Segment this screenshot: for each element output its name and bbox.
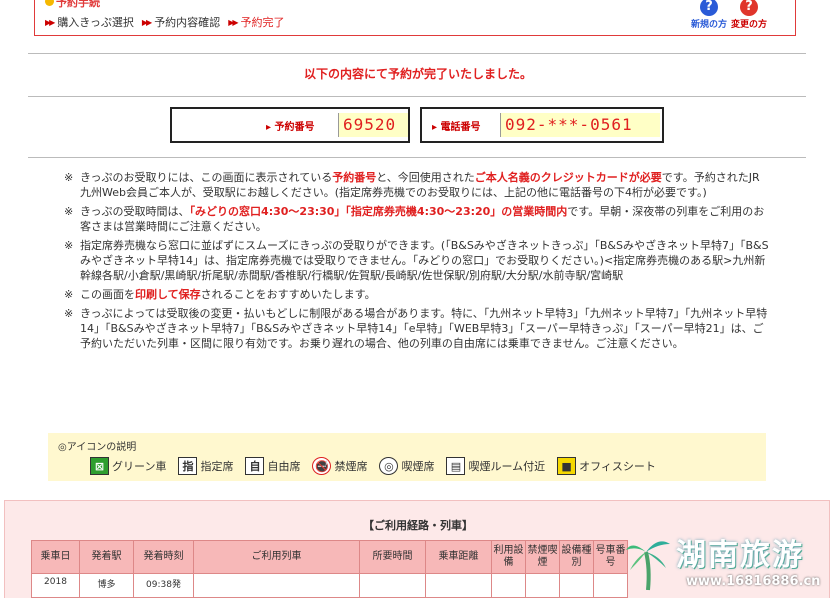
double-arrow-icon: ▶▶	[45, 17, 55, 27]
icon-legend: ◎アイコンの説明 ⊠ グリーン車 指指定席 自自由席 🚭 禁煙席 ◎ 喫煙席 ▤ 喫煙ル…	[48, 433, 766, 481]
palm-tree-icon	[626, 541, 670, 591]
legend-reserved-seat: 指指定席	[178, 457, 233, 475]
step-complete: ▶▶ 予約完了	[228, 14, 284, 30]
phone-number-label: ▸ 電話番号	[432, 122, 481, 133]
question-icon: ?	[700, 0, 718, 16]
phone-number-value: 092-***-0561	[500, 113, 660, 137]
progress-header: 予約手続 ▶▶ 購入きっぷ選択 ▶▶ 予約内容確認 ▶▶ 予約完了 ? 新規の方 ? …	[34, 0, 796, 36]
no-smoking-icon: 🚭	[312, 457, 332, 475]
cell-train	[193, 573, 360, 598]
step-select-ticket: ▶▶ 購入きっぷ選択	[45, 14, 134, 30]
cell-duration	[359, 573, 426, 598]
cell-time: 09:38発	[133, 573, 194, 598]
step-label: 購入きっぷ選択	[57, 16, 134, 29]
reservation-number-box: ▸ 予約番号 69520	[170, 107, 410, 143]
cell-distance	[425, 573, 492, 598]
note-item: ※ きっぷのお受取りには、この画面に表示されている予約番号と、今回使用されたご本…	[64, 171, 760, 199]
watermark: 湖南旅游 www.16816886.cn	[624, 528, 836, 598]
cell-smoking	[525, 573, 560, 598]
route-table: 乗車日 発着駅 発着時刻 ご利用列車 所要時間 乗車距離 利用設備 禁煙喫煙 設…	[31, 540, 628, 598]
question-icon: ?	[740, 0, 758, 16]
legend-office-seat: ■ オフィスシート	[557, 457, 656, 475]
step-confirm: ▶▶ 予約内容確認	[142, 14, 220, 30]
cell-car-number	[593, 573, 628, 598]
legend-free-seat: 自自由席	[245, 457, 300, 475]
reservation-number-label: ▸ 予約番号	[266, 122, 315, 133]
table-row: 2018 博多 09:38発	[31, 573, 628, 598]
step-label: 予約完了	[240, 16, 285, 29]
cell-facility	[491, 573, 526, 598]
watermark-text: 湖南旅游	[676, 538, 804, 573]
divider	[28, 53, 806, 54]
help-new-button[interactable]: ? 新規の方	[689, 0, 729, 30]
divider	[28, 96, 806, 97]
legend-smoking: ◎ 喫煙席	[379, 457, 434, 475]
col-facility: 利用設備	[491, 540, 526, 574]
note-item: ※ この画面を印刷して保存されることをおすすめいたします。	[64, 288, 376, 301]
help-change-button[interactable]: ? 変更の方	[729, 0, 769, 30]
page-heading-text: 予約手続	[56, 0, 100, 9]
note-item: ※ きっぷによっては受取後の変更・払いもどしに制限がある場合があります。特に、「…	[64, 307, 768, 350]
col-duration: 所要時間	[359, 540, 426, 574]
legend-non-smoking: 🚭 禁煙席	[312, 457, 367, 475]
col-facility-type: 設備種別	[559, 540, 594, 574]
cell-date: 2018	[31, 573, 80, 598]
note-item: ※ きっぷの受取時間は、「みどりの窓口4:30〜23:30」「指定席券売機4:3…	[64, 205, 765, 233]
col-time: 発着時刻	[133, 540, 194, 574]
office-seat-icon: ■	[557, 457, 577, 475]
reservation-number-value: 69520	[338, 113, 408, 137]
help-change-label: 変更の方	[730, 20, 767, 30]
col-train: ご利用列車	[193, 540, 360, 574]
note-item: ※ 指定席券売機なら窓口に並ばずにスムーズにきっぷの受取りができます。(「B&S…	[64, 239, 769, 282]
col-date: 乗車日	[31, 540, 80, 574]
completion-message: 以下の内容にて予約が完了いたしました。	[303, 67, 532, 81]
smoking-room-icon: ▤	[446, 457, 466, 475]
free-seat-icon: 自	[245, 457, 265, 475]
legend-smoking-room: ▤ 喫煙ルーム付近	[446, 457, 545, 475]
phone-number-box: ▸ 電話番号 092-***-0561	[420, 107, 664, 143]
reserved-seat-icon: 指	[178, 457, 198, 475]
help-new-label: 新規の方	[690, 20, 727, 30]
bullet-icon	[45, 0, 54, 6]
step-label: 予約内容確認	[154, 16, 221, 29]
green-car-icon: ⊠	[90, 457, 109, 475]
watermark-url: www.16816886.cn	[686, 574, 821, 589]
step-indicator: ▶▶ 購入きっぷ選択 ▶▶ 予約内容確認 ▶▶ 予約完了	[45, 14, 285, 30]
divider	[28, 157, 806, 158]
legend-title: ◎アイコンの説明	[58, 442, 137, 453]
double-arrow-icon: ▶▶	[141, 17, 152, 27]
cell-station: 博多	[79, 573, 134, 598]
legend-green-car: ⊠ グリーン車	[90, 457, 166, 475]
double-arrow-icon: ▶▶	[228, 17, 238, 27]
col-car-number: 号車番号	[593, 540, 628, 574]
cell-facility-type	[559, 573, 594, 598]
col-station: 発着駅	[79, 540, 134, 574]
page-heading: 予約手続	[45, 0, 100, 9]
notes-list: ※ きっぷのお受取りには、この画面に表示されている予約番号と、今回使用されたご本…	[64, 170, 770, 355]
col-smoking: 禁煙喫煙	[525, 540, 560, 574]
col-distance: 乗車距離	[425, 540, 492, 574]
smoking-icon: ◎	[379, 457, 399, 475]
